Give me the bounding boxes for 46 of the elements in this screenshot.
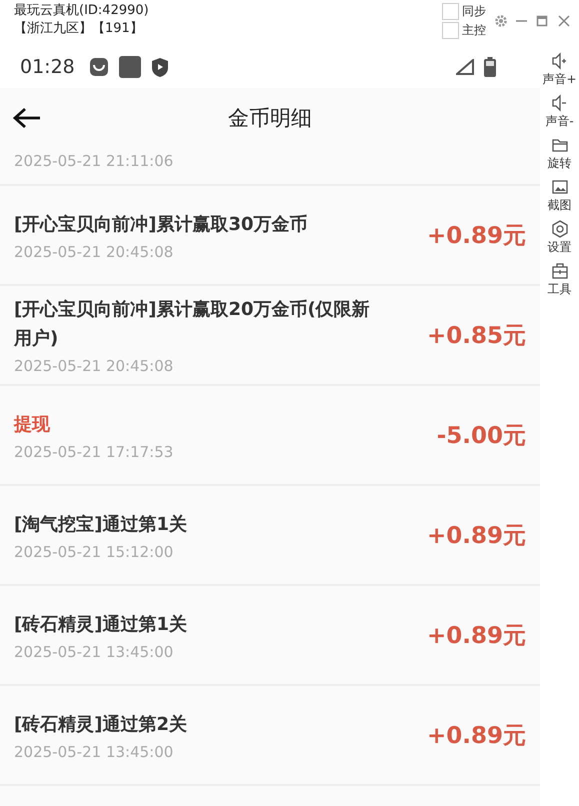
app-badge-icon: [88, 57, 109, 77]
record-amount: +0.85元: [426, 322, 526, 350]
gear-icon: [550, 220, 568, 238]
settings-icon: [494, 14, 508, 28]
record-time: 2025-05-21 21:11:06: [14, 152, 174, 170]
shield-icon: [150, 57, 169, 77]
record-title: [开心宝贝向前冲]累计赢取30万金币: [14, 212, 309, 236]
record-time: 2025-05-21 20:45:08: [14, 357, 174, 375]
record-title: [开心宝贝向前冲]累计赢取20万金币(仅限新用户): [14, 298, 371, 351]
back-arrow-icon: [12, 107, 42, 129]
toolbox-icon: [550, 262, 568, 280]
record-amount: +0.89元: [426, 522, 526, 550]
page-title: 金币明细: [228, 106, 312, 130]
tool-button[interactable]: 声音-: [540, 94, 579, 136]
tool-button[interactable]: 设置: [540, 220, 579, 262]
record-amount: -5.00元: [436, 422, 526, 450]
record-title: [砖石精灵]通过第2关: [14, 712, 188, 736]
record-time: 2025-05-21 15:12:00: [14, 542, 174, 560]
window-subtitle: 【浙江九区】【191】: [14, 20, 144, 38]
square-icon: [118, 56, 141, 78]
window-title: 最玩云真机(ID:42990): [14, 2, 150, 20]
tool-button[interactable]: 截图: [540, 178, 579, 220]
record-time: 2025-05-21 17:17:53: [14, 442, 174, 460]
battery-icon: [484, 57, 496, 77]
tool-button[interactable]: 声音+: [540, 52, 579, 94]
close-icon: [557, 14, 571, 28]
image-icon: [550, 178, 568, 196]
maximize-icon: [535, 14, 549, 28]
record-time: 2025-05-21 20:45:08: [14, 242, 174, 260]
record-amount: +0.89元: [426, 622, 526, 650]
record-amount: +0.89元: [426, 722, 526, 750]
tool-button[interactable]: 工具: [540, 262, 579, 304]
speaker-minus-icon: [550, 94, 568, 112]
tool-button[interactable]: 旋转: [540, 136, 579, 178]
record-title: 提现: [14, 412, 51, 436]
checkbox-option[interactable]: 同步: [442, 2, 486, 21]
record-title: [淘气挖宝]通过第1关: [14, 512, 188, 536]
status-time: 01:28: [20, 56, 75, 78]
record-time: 2025-05-21 13:45:00: [14, 642, 174, 660]
record-time: 2025-05-21 13:45:00: [14, 742, 174, 760]
speaker-plus-icon: [550, 52, 568, 70]
record-amount: +0.89元: [426, 222, 526, 250]
signal-icon: [456, 59, 474, 75]
record-title: [砖石精灵]通过第1关: [14, 612, 188, 636]
minimize-icon: [516, 20, 527, 22]
checkbox-option[interactable]: 主控: [442, 21, 486, 40]
